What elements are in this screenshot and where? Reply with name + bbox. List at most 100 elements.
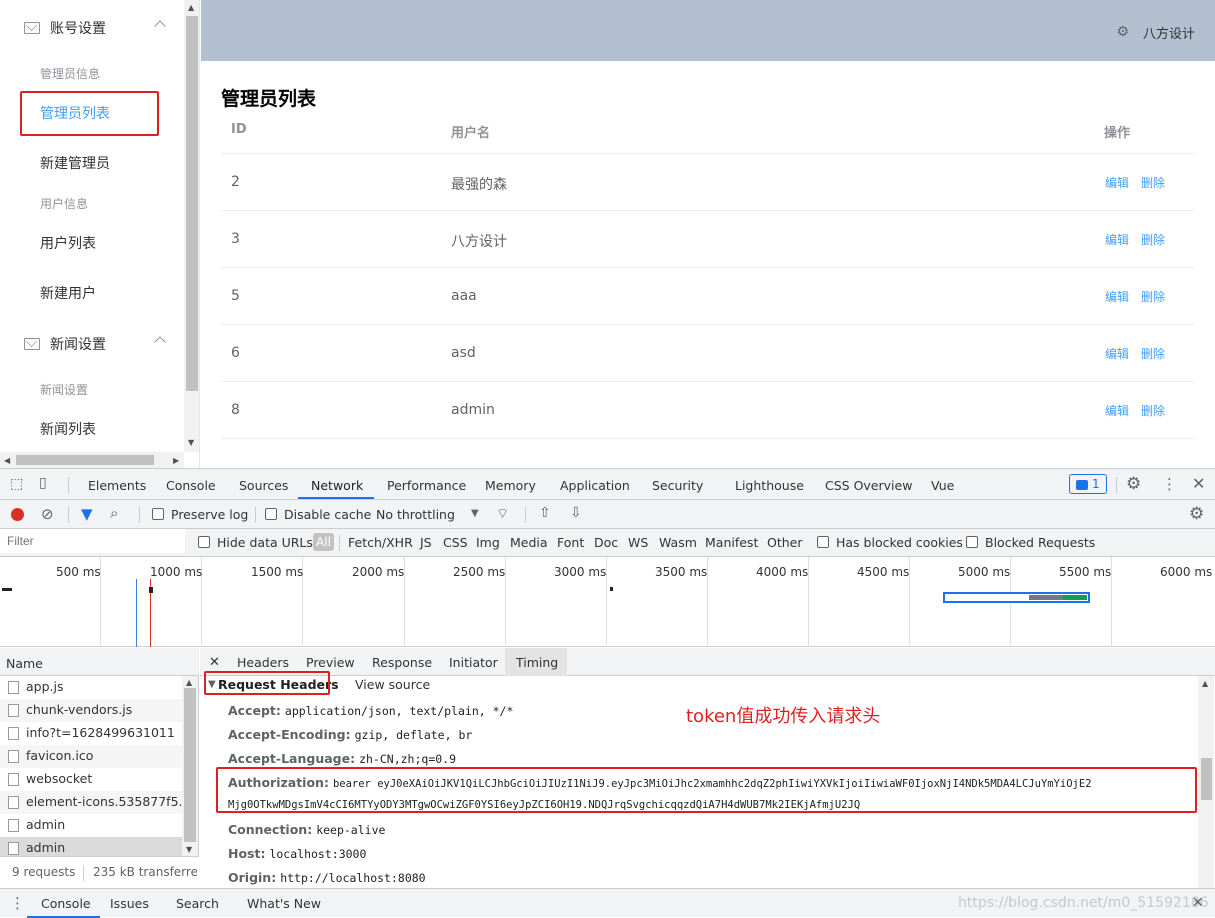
request-row[interactable]: app.js	[0, 676, 182, 699]
throttling-select[interactable]: No throttling	[376, 507, 455, 522]
scroll-down-icon[interactable]: ▼	[188, 438, 194, 447]
scroll-left-icon[interactable]: ◀	[4, 456, 10, 465]
clear-icon[interactable]: ⊘	[41, 505, 54, 523]
delete-button[interactable]: 删除	[1141, 402, 1165, 419]
request-bar-segment	[1063, 595, 1087, 600]
import-har-icon[interactable]: ⇧	[539, 505, 551, 521]
filter-all-button[interactable]: All	[313, 533, 334, 551]
filter-js[interactable]: JS	[420, 535, 432, 550]
disable-cache-checkbox[interactable]	[265, 508, 277, 520]
device-toolbar-icon[interactable]: ▯	[39, 475, 47, 491]
header-username[interactable]: 八方设计	[1143, 23, 1195, 42]
tab-console[interactable]: Console	[166, 478, 216, 493]
sidebar-item-user-list[interactable]: 用户列表	[40, 233, 96, 253]
request-row[interactable]: favicon.ico	[0, 745, 182, 768]
request-bar	[610, 587, 613, 591]
edit-button[interactable]: 编辑	[1105, 288, 1129, 305]
delete-button[interactable]: 删除	[1141, 288, 1165, 305]
tab-headers[interactable]: Headers	[237, 655, 289, 670]
record-icon[interactable]	[11, 508, 24, 521]
more-options-icon[interactable]: ⋮	[10, 894, 25, 912]
scroll-down-icon[interactable]: ▼	[186, 845, 192, 854]
has-blocked-cookies-checkbox[interactable]	[817, 536, 829, 548]
tab-timing[interactable]: Timing	[516, 655, 558, 670]
close-drawer-icon[interactable]: ✕	[1192, 895, 1204, 911]
delete-button[interactable]: 删除	[1141, 345, 1165, 362]
edit-button[interactable]: 编辑	[1105, 402, 1129, 419]
request-row-selected[interactable]: admin	[0, 837, 182, 856]
tab-elements[interactable]: Elements	[88, 478, 146, 493]
close-icon[interactable]: ✕	[209, 655, 220, 670]
search-icon[interactable]: ⌕	[110, 504, 118, 522]
sidebar-item-news-list[interactable]: 新闻列表	[40, 419, 96, 439]
menu-group-news[interactable]: 新闻设置	[0, 316, 184, 372]
drawer-tab-whats-new[interactable]: What's New	[247, 896, 321, 911]
table-row: 2 最强的森 编辑 删除	[221, 153, 1194, 210]
scroll-up-icon[interactable]: ▲	[188, 3, 194, 12]
filter-icon[interactable]: ▼	[81, 505, 93, 523]
tab-sources[interactable]: Sources	[239, 478, 288, 493]
tab-initiator[interactable]: Initiator	[449, 655, 498, 670]
request-row[interactable]: admin	[0, 814, 182, 837]
issues-badge[interactable]: 1	[1069, 474, 1107, 494]
filter-doc[interactable]: Doc	[594, 535, 618, 550]
column-header-name[interactable]: Name	[6, 656, 43, 671]
scroll-right-icon[interactable]: ▶	[173, 456, 179, 465]
scroll-up-icon[interactable]: ▲	[186, 678, 192, 687]
network-settings-icon[interactable]: ⚙	[1189, 504, 1204, 524]
filter-css[interactable]: CSS	[443, 535, 468, 550]
edit-button[interactable]: 编辑	[1105, 345, 1129, 362]
tab-lighthouse[interactable]: Lighthouse	[735, 478, 804, 493]
filter-fetch-xhr[interactable]: Fetch/XHR	[348, 535, 413, 550]
edit-button[interactable]: 编辑	[1105, 231, 1129, 248]
delete-button[interactable]: 删除	[1141, 174, 1165, 191]
tab-preview[interactable]: Preview	[306, 655, 355, 670]
request-row[interactable]: websocket	[0, 768, 182, 791]
filter-img[interactable]: Img	[476, 535, 500, 550]
edit-button[interactable]: 编辑	[1105, 174, 1129, 191]
filter-ws[interactable]: WS	[628, 535, 648, 550]
tab-css-overview[interactable]: CSS Overview	[825, 478, 912, 493]
request-row[interactable]: element-icons.535877f5.w...	[0, 791, 182, 814]
drawer-tab-console[interactable]: Console	[41, 896, 91, 911]
sidebar-hscroll-thumb[interactable]	[16, 455, 154, 465]
tab-security[interactable]: Security	[652, 478, 703, 493]
settings-gear-icon[interactable]: ⚙	[1126, 474, 1141, 494]
more-options-icon[interactable]: ⋮	[1162, 475, 1177, 493]
tab-network[interactable]: Network	[311, 478, 363, 493]
inspect-element-icon[interactable]: ⬚	[10, 476, 23, 492]
request-row[interactable]: info?t=1628499631011	[0, 722, 182, 745]
sidebar-item-new-user[interactable]: 新建用户	[40, 283, 96, 303]
filter-input[interactable]	[0, 529, 185, 553]
filter-manifest[interactable]: Manifest	[705, 535, 758, 550]
blocked-requests-checkbox[interactable]	[966, 536, 978, 548]
request-row[interactable]: chunk-vendors.js	[0, 699, 182, 722]
drawer-tab-search[interactable]: Search	[176, 896, 219, 911]
hide-data-urls-checkbox[interactable]	[198, 536, 210, 548]
tab-memory[interactable]: Memory	[485, 478, 536, 493]
drawer-tab-issues[interactable]: Issues	[110, 896, 149, 911]
sidebar-item-new-admin[interactable]: 新建管理员	[40, 153, 110, 173]
delete-button[interactable]: 删除	[1141, 231, 1165, 248]
network-conditions-icon[interactable]: ⌔	[496, 505, 509, 523]
filter-wasm[interactable]: Wasm	[659, 535, 697, 550]
sidebar-vscroll-thumb[interactable]	[186, 16, 198, 391]
filter-other[interactable]: Other	[767, 535, 803, 550]
detail-scroll-thumb[interactable]	[1201, 758, 1212, 800]
view-source-link[interactable]: View source	[355, 677, 430, 692]
network-overview-timeline[interactable]: 500 ms 1000 ms 1500 ms 2000 ms 2500 ms 3…	[0, 557, 1215, 647]
filter-font[interactable]: Font	[557, 535, 584, 550]
tab-application[interactable]: Application	[560, 478, 630, 493]
menu-group-account[interactable]: 账号设置	[0, 0, 184, 56]
preserve-log-checkbox[interactable]	[152, 508, 164, 520]
request-list-scroll-thumb[interactable]	[184, 688, 196, 842]
chevron-down-icon[interactable]: ▼	[471, 508, 479, 519]
tab-performance[interactable]: Performance	[387, 478, 466, 493]
tab-vue[interactable]: Vue	[931, 478, 954, 493]
scroll-up-icon[interactable]: ▲	[1202, 679, 1208, 688]
export-har-icon[interactable]: ⇩	[570, 505, 582, 521]
close-icon[interactable]: ✕	[1192, 474, 1205, 493]
filter-media[interactable]: Media	[510, 535, 548, 550]
tab-response[interactable]: Response	[372, 655, 432, 670]
gear-icon[interactable]: ⚙	[1116, 24, 1129, 40]
